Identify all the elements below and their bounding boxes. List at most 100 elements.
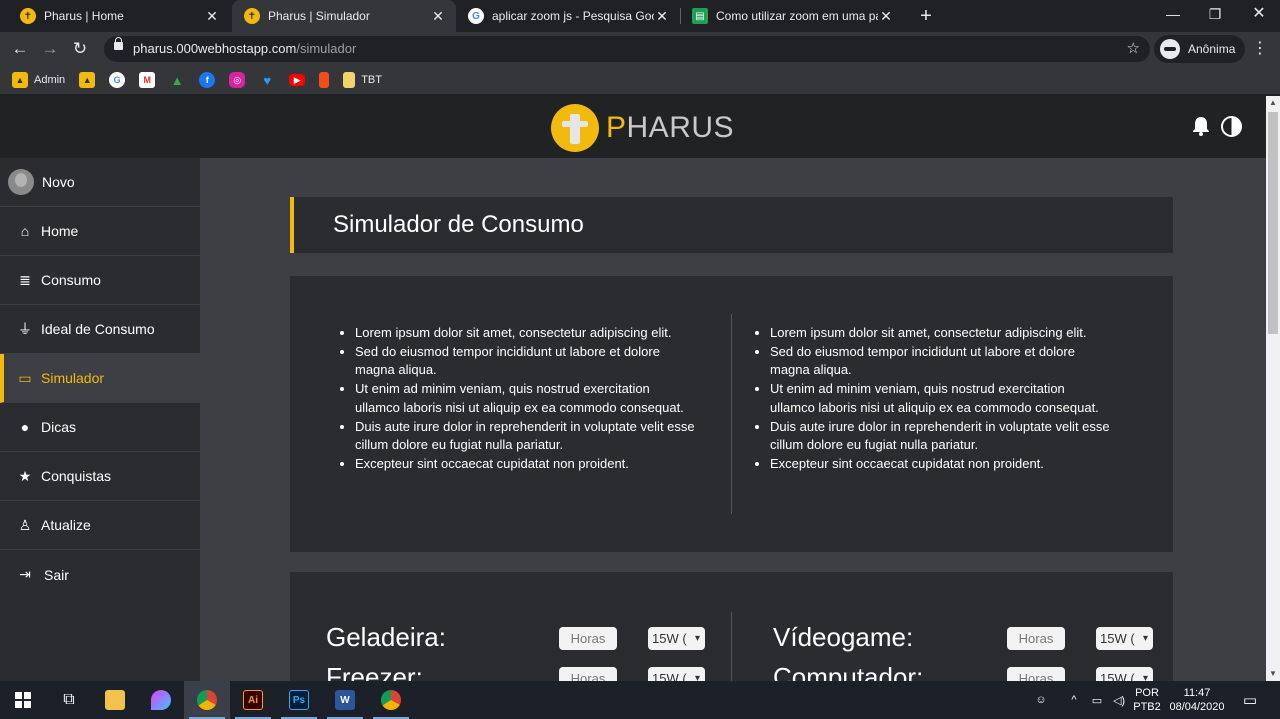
browser-tab[interactable]: ▤ Como utilizar zoom em uma pag ✕: [680, 0, 904, 32]
google-icon: G: [109, 72, 126, 88]
bookmark-item[interactable]: ▶: [289, 74, 306, 86]
column-divider: [731, 314, 732, 514]
list-item: Sed do eiusmod tempor incididunt ut labo…: [770, 343, 1111, 380]
sidebar-item-consumo[interactable]: ≣ Consumo: [0, 256, 200, 305]
bookmark-item[interactable]: f: [199, 72, 216, 88]
network-icon[interactable]: ▭: [1086, 681, 1108, 719]
task-view-icon: ⧉: [63, 691, 75, 708]
volume-icon[interactable]: ◁): [1108, 681, 1130, 719]
brand-rest: HARUS: [626, 111, 735, 144]
taskbar-illustrator[interactable]: Ai: [230, 681, 276, 719]
facebook-icon: f: [199, 72, 216, 88]
sidebar-item-label: Consumo: [41, 272, 101, 288]
wattage-select[interactable]: 15W (: [648, 627, 705, 650]
clock[interactable]: 11:47 08/04/2020: [1164, 681, 1230, 719]
home-icon: ⌂: [20, 223, 30, 239]
taskbar-explorer[interactable]: [92, 681, 138, 719]
bookmark-item[interactable]: [319, 72, 330, 88]
chevron-up-icon[interactable]: ^: [1064, 681, 1084, 719]
wattage-select[interactable]: 15W (: [1096, 627, 1153, 650]
bookmark-item[interactable]: ▲: [79, 72, 96, 88]
restore-button[interactable]: ❐: [1192, 0, 1238, 30]
back-button[interactable]: ←: [8, 37, 32, 61]
close-icon[interactable]: ✕: [430, 8, 446, 25]
sidebar-user[interactable]: Novo: [0, 158, 200, 207]
sidebar: Novo ⌂ Home ≣ Consumo ⏚ Ideal de Consumo ▭ S…: [0, 158, 200, 681]
page-scrollbar[interactable]: ▲ ▼: [1266, 96, 1280, 681]
taskbar-chrome[interactable]: [368, 681, 414, 719]
instagram-icon: ◎: [229, 72, 246, 88]
star-icon: ★: [18, 467, 32, 484]
user-icon: ♙: [18, 516, 32, 533]
profile-button[interactable]: Anônima: [1154, 35, 1246, 63]
close-icon[interactable]: ✕: [878, 8, 894, 25]
close-icon[interactable]: ✕: [654, 8, 670, 25]
simulator-card: Geladeira: Horas 15W ( Freezer: Horas 15…: [290, 572, 1173, 681]
bookmark-item[interactable]: ▲: [169, 72, 185, 88]
sidebar-item-conquistas[interactable]: ★ Conquistas: [0, 452, 200, 501]
close-icon[interactable]: ✕: [204, 8, 220, 25]
sidebar-item-label: Simulador: [41, 370, 105, 386]
sidebar-item-dicas[interactable]: ● Dicas: [0, 403, 200, 452]
hours-input[interactable]: Horas: [559, 627, 617, 650]
sidebar-item-home[interactable]: ⌂ Home: [0, 207, 200, 256]
hours-input[interactable]: Horas: [559, 667, 617, 681]
lightbulb-icon: ●: [20, 419, 30, 435]
google-icon: G: [468, 8, 484, 24]
bookmark-admin[interactable]: ▲ Admin: [12, 72, 65, 88]
hours-input[interactable]: Horas: [1007, 667, 1065, 681]
web-page: PHARUS Novo ⌂ Home ≣ Consumo ⏚ Ideal de Con…: [0, 96, 1266, 681]
pharus-favicon-icon: ✝: [20, 8, 36, 24]
scroll-up-icon[interactable]: ▲: [1266, 96, 1280, 110]
hours-input[interactable]: Horas: [1007, 627, 1065, 650]
scrollbar-thumb[interactable]: [1268, 112, 1278, 334]
pharus-logo[interactable]: PHARUS: [551, 104, 734, 152]
taskbar-word[interactable]: W: [322, 681, 368, 719]
new-tab-button[interactable]: +: [914, 4, 938, 28]
taskbar-chrome-active[interactable]: [184, 681, 230, 719]
browser-tab[interactable]: ✝ Pharus | Home ✕: [8, 0, 230, 32]
document-icon: ▤: [692, 8, 708, 24]
bookmark-item[interactable]: G: [109, 72, 126, 88]
sidebar-item-atualize[interactable]: ♙ Atualize: [0, 501, 200, 550]
sign-out-icon: ⇥: [19, 566, 31, 582]
start-button[interactable]: [0, 681, 46, 719]
contrast-toggle-icon[interactable]: [1221, 116, 1242, 137]
chrome-icon: [381, 690, 401, 710]
taskbar-photoshop[interactable]: Ps: [276, 681, 322, 719]
sidebar-item-sair[interactable]: ⇥ Sair: [0, 550, 200, 599]
bookmark-star-icon[interactable]: ☆: [1127, 39, 1140, 57]
window-close-button[interactable]: ✕: [1236, 0, 1280, 30]
forward-button[interactable]: →: [38, 37, 62, 61]
device-label: Computador:: [773, 662, 924, 681]
bookmark-item[interactable]: ◎: [229, 72, 246, 88]
plug-icon: ⏚: [18, 321, 32, 337]
url-text: pharus.000webhostapp.com/simulador: [133, 41, 356, 56]
input-language[interactable]: POR PTB2: [1132, 681, 1162, 719]
info-list-right: Lorem ipsum dolor sit amet, consectetur …: [751, 324, 1111, 474]
browser-tab[interactable]: G aplicar zoom js - Pesquisa Googl ✕: [456, 0, 680, 32]
url-path: /simulador: [296, 41, 357, 56]
address-bar[interactable]: pharus.000webhostapp.com/simulador ☆: [104, 36, 1150, 62]
map-pin-icon: [151, 690, 171, 710]
bookmark-item[interactable]: M: [139, 72, 156, 88]
wattage-select[interactable]: 15W (: [1096, 667, 1153, 681]
bell-icon[interactable]: [1192, 116, 1210, 136]
taskbar-maps[interactable]: [138, 681, 184, 719]
scroll-down-icon[interactable]: ▼: [1266, 667, 1280, 681]
sidebar-item-simulador[interactable]: ▭ Simulador: [0, 354, 200, 403]
minimize-button[interactable]: —: [1150, 0, 1196, 30]
list-item: Duis aute irure dolor in reprehenderit i…: [355, 418, 696, 455]
bookmark-tbt[interactable]: TBT: [343, 72, 382, 88]
browser-menu-icon[interactable]: ⋮: [1252, 38, 1268, 58]
bookmark-item[interactable]: ♥: [259, 72, 275, 88]
sidebar-item-ideal-de-consumo[interactable]: ⏚ Ideal de Consumo: [0, 305, 200, 354]
drive-icon: ▲: [170, 72, 184, 88]
wattage-select[interactable]: 15W (: [648, 667, 705, 681]
notifications-icon[interactable]: ▭: [1236, 681, 1264, 719]
task-view-button[interactable]: ⧉: [46, 681, 92, 719]
app-header: PHARUS: [0, 96, 1266, 158]
reload-button[interactable]: ↻: [68, 37, 92, 61]
browser-tab-active[interactable]: ✝ Pharus | Simulador ✕: [232, 0, 456, 32]
people-icon[interactable]: ☺: [1030, 681, 1052, 719]
